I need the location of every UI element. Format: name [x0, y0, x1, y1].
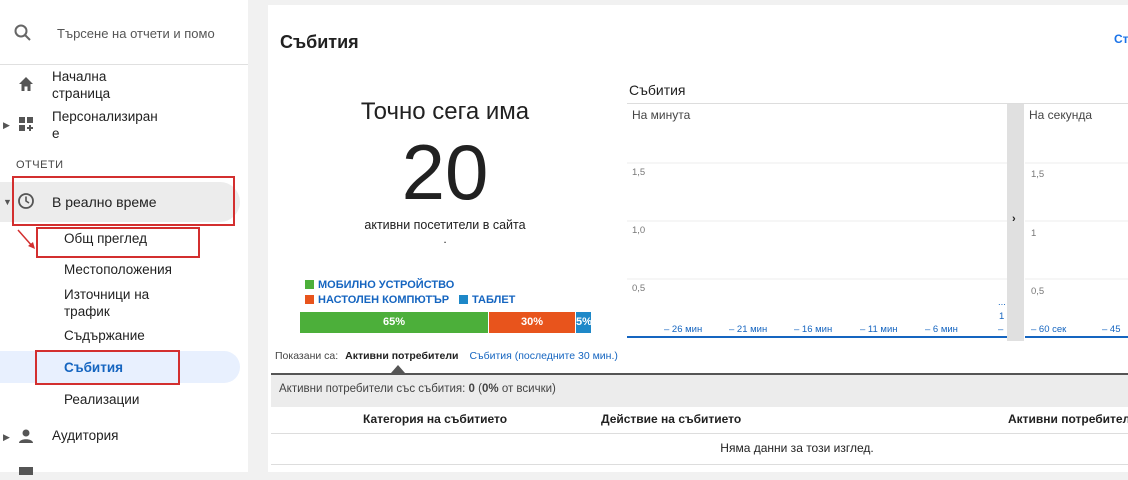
chevron-right-icon[interactable]: › [1012, 213, 1016, 225]
acquisition-icon [17, 462, 35, 480]
person-icon [17, 427, 35, 450]
active-users-subtitle: активни посетители в сайта [364, 218, 526, 232]
legend-label: ТАБЛЕТ [472, 294, 516, 306]
sidebar-item-label: трафик [64, 304, 110, 319]
caret-right-icon[interactable]: ▶ [3, 120, 10, 131]
column-header[interactable]: Активни потребител [1008, 412, 1128, 426]
summary-value: 0 [468, 383, 475, 395]
summary-label: Активни потребители със събития: [279, 383, 466, 395]
sidebar-item-conversions[interactable]: Реализации [64, 392, 139, 407]
sidebar-item-audience[interactable]: Аудитория [52, 428, 118, 443]
chart-marker-value: 1 [999, 311, 1005, 322]
red-arrow-icon [17, 229, 35, 249]
sidebar-item-custom[interactable]: Персонализиран е [52, 108, 158, 142]
chart-title: Събития [629, 82, 686, 98]
sidebar-item-label: страница [52, 86, 111, 101]
legend-tablet: ТАБЛЕТ [459, 294, 515, 306]
highlight-box-realtime [12, 176, 235, 226]
search-icon[interactable] [14, 24, 32, 47]
x-tick-label: – 11 мин [860, 324, 898, 335]
x-tick-label: – 6 мин [925, 324, 958, 335]
y-tick-label: 1,0 [632, 225, 646, 236]
top-right-link[interactable]: Ст [1114, 32, 1128, 46]
sidebar: Търсене на отчети и помо Начална страниц… [0, 0, 248, 475]
dashboard-icon [17, 115, 35, 138]
legend-desktop: НАСТОЛЕН КОМПЮТЪР [305, 294, 449, 306]
search-bar[interactable]: Търсене на отчети и помо [0, 0, 248, 65]
device-bar-segment: 5% [576, 312, 591, 333]
legend-mobile: МОБИЛНО УСТРОЙСТВО [305, 279, 454, 291]
chart-grid [627, 104, 1128, 341]
device-bar-segment: 65% [300, 312, 488, 333]
shown-events-link[interactable]: Събития (последните 30 мин.) [469, 350, 617, 362]
panel-label-minute: На минута [632, 108, 691, 122]
summary-rest: от всички) [501, 383, 556, 395]
now-title: Точно сега има [360, 98, 530, 125]
sidebar-item-label: Персонализиран [52, 109, 158, 124]
selected-tab-indicator [391, 365, 405, 373]
shown-label: Показани са: [275, 350, 339, 362]
active-users-count: 20 [401, 128, 489, 216]
sidebar-item-traffic-sources[interactable]: Източници на трафик [64, 286, 149, 320]
top-divider [248, 0, 1128, 5]
device-bar-segment: 30% [489, 312, 575, 333]
shown-active-users-tab[interactable]: Активни потребители [345, 350, 458, 362]
y-tick-label: 1,5 [632, 167, 646, 178]
events-chart: › [627, 103, 1128, 341]
sidebar-item-label: е [52, 126, 60, 141]
panel-label-second: На секунда [1029, 108, 1093, 122]
sidebar-item-label: Начална [52, 69, 107, 84]
sidebar-item-home[interactable]: Начална страница [52, 68, 110, 102]
highlight-box-overview [36, 227, 200, 258]
y-tick-label: 1 [1031, 228, 1037, 239]
sidebar-item-content[interactable]: Съдържание [64, 328, 145, 343]
subtitle-dot: . [443, 232, 447, 246]
legend-swatch [459, 295, 468, 304]
x-tick-label: – 26 мин [664, 324, 703, 335]
x-tick-label: – 60 сек [1031, 324, 1067, 335]
legend-swatch [305, 280, 314, 289]
chart-marker-dash: – [998, 324, 1004, 335]
legend-swatch [305, 295, 314, 304]
sidebar-item-locations[interactable]: Местоположения [64, 262, 172, 277]
table-summary: Активни потребители със събития: 0 (0% о… [271, 373, 1128, 409]
legend-label: НАСТОЛЕН КОМПЮТЪР [318, 294, 450, 306]
sidebar-item-label: Източници на [64, 287, 150, 302]
home-icon [17, 75, 35, 98]
caret-right-icon[interactable]: ▶ [3, 432, 10, 443]
caret-down-icon[interactable]: ▼ [3, 197, 12, 207]
page-title: Събития [280, 32, 359, 52]
summary-pct: (0% от всички) [478, 383, 556, 395]
x-tick-label: – 16 мин [794, 324, 833, 335]
shown-filter: Показани са: Активни потребители Събития… [275, 350, 618, 362]
y-tick-label: 0,5 [1031, 286, 1045, 297]
x-tick-label: – 45 [1102, 324, 1121, 335]
y-tick-label: 0,5 [632, 283, 646, 294]
summary-pct-value: 0% [482, 383, 499, 395]
highlight-box-events [35, 350, 180, 385]
legend-label: МОБИЛНО УСТРОЙСТВО [318, 279, 455, 291]
y-tick-label: 1,5 [1031, 169, 1045, 180]
x-tick-label: – 21 мин [729, 324, 768, 335]
search-input[interactable]: Търсене на отчети и помо [57, 26, 221, 41]
column-header[interactable]: Категория на събитието [363, 412, 507, 426]
table-empty-message: Няма данни за този изглед. [720, 441, 874, 455]
chart-marker-dots: ... [998, 297, 1006, 308]
table-summary-text: Активни потребители със събития: 0 (0% о… [279, 383, 556, 395]
column-header[interactable]: Действие на събитието [601, 412, 741, 426]
section-reports-label: ОТЧЕТИ [16, 159, 64, 171]
